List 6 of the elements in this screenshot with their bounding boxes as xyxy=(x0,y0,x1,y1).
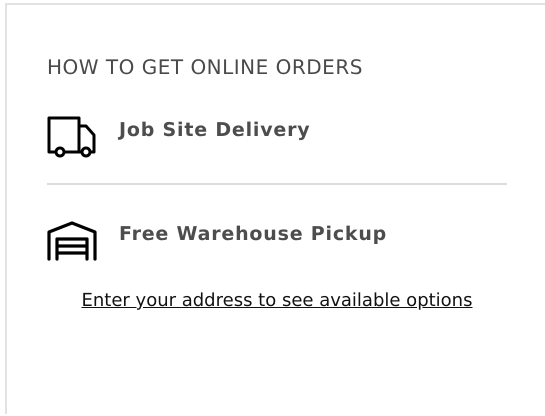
section-title: HOW TO GET ONLINE ORDERS xyxy=(47,54,364,81)
warehouse-icon xyxy=(47,221,97,261)
option-label: Free Warehouse Pickup xyxy=(119,223,388,245)
option-label: Job Site Delivery xyxy=(119,119,310,141)
truck-icon xyxy=(47,116,97,158)
address-link[interactable]: Enter your address to see available options xyxy=(82,283,472,318)
